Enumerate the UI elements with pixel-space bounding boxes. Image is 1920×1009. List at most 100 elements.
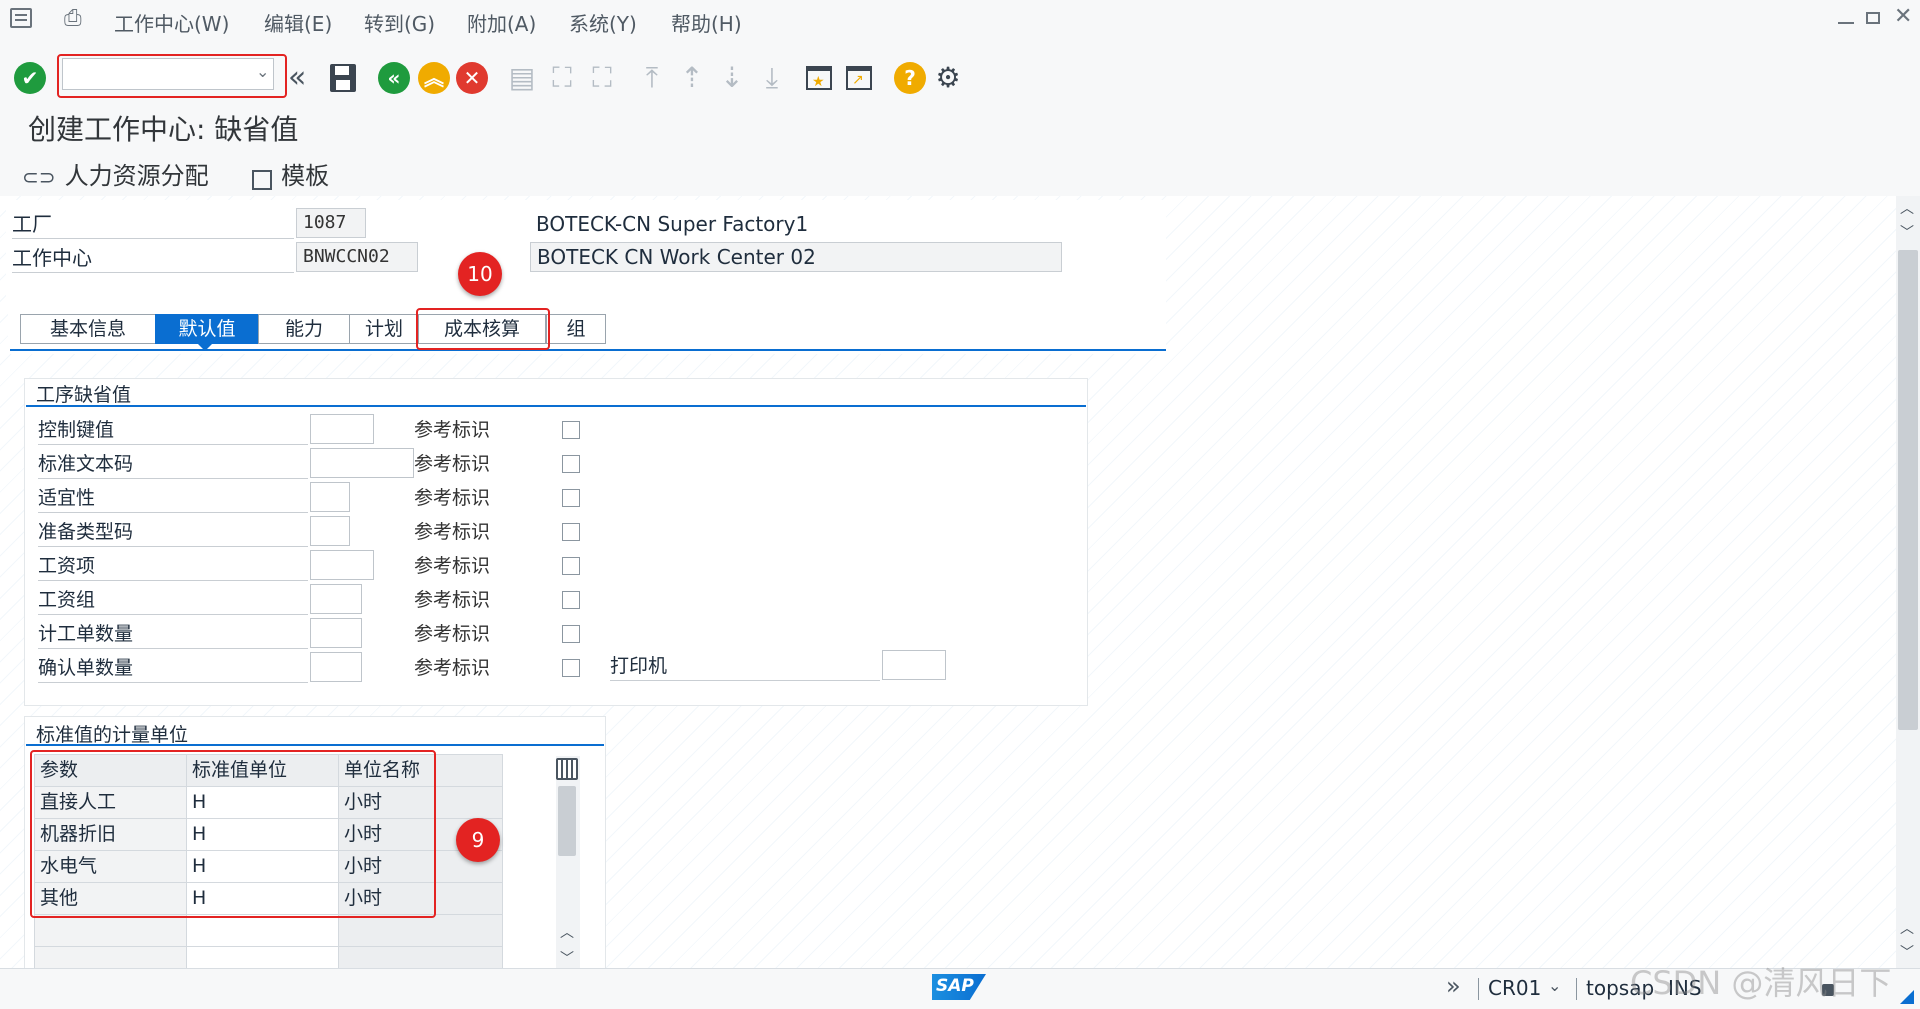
shortcut-icon[interactable]: ↗: [844, 62, 876, 94]
reference-indicator-checkbox[interactable]: [562, 625, 580, 643]
menu-edit[interactable]: 编辑(E): [264, 8, 332, 37]
status-divider: [1478, 978, 1479, 1000]
plant-value: 1087: [296, 208, 366, 238]
tab-scheduling[interactable]: 计划: [349, 314, 419, 344]
reference-indicator-label: 参考标识: [414, 419, 491, 441]
hr-assign-label: 人力资源分配: [64, 162, 209, 190]
find-next-icon[interactable]: ⛶: [586, 62, 618, 94]
tab-group[interactable]: 组: [546, 314, 606, 344]
units-group-title: 标准值的计量单位: [36, 724, 189, 746]
next-page-icon[interactable]: ⇣: [716, 62, 748, 94]
defaults-row-input[interactable]: [310, 584, 362, 614]
main-scroll-bottom-up-icon[interactable]: ︿: [1900, 918, 1914, 938]
reference-indicator-label: 参考标识: [414, 453, 491, 475]
work-center-label: 工作中心: [12, 244, 294, 273]
column-config-icon[interactable]: [556, 758, 578, 780]
defaults-row-input[interactable]: [310, 618, 362, 648]
double-left-icon[interactable]: «: [288, 62, 320, 94]
defaults-row-label: 计工单数量: [38, 620, 308, 649]
tab-basic-info[interactable]: 基本信息: [20, 314, 156, 344]
template-button[interactable]: 模板: [252, 156, 329, 192]
close-icon[interactable]: ✕: [1894, 4, 1912, 29]
menu-help[interactable]: 帮助(H): [671, 8, 742, 37]
menu-work-center[interactable]: 工作中心(W): [114, 8, 229, 37]
reference-indicator-checkbox[interactable]: [562, 523, 580, 541]
tab-strip-underline: [10, 349, 1166, 351]
command-field[interactable]: [62, 58, 274, 90]
defaults-row-label: 确认单数量: [38, 654, 308, 683]
minimize-icon[interactable]: [1838, 22, 1854, 24]
plant-description: BOTECK-CN Super Factory1: [536, 212, 809, 236]
printer-input[interactable]: [882, 650, 946, 680]
create-session-icon[interactable]: ★: [804, 62, 836, 94]
chevron-down-icon[interactable]: ⌄: [256, 62, 269, 81]
status-divider-2: [1576, 978, 1577, 1000]
defaults-row-input[interactable]: [310, 550, 374, 580]
help-icon[interactable]: ?: [894, 62, 926, 94]
printer-label: 打印机: [610, 652, 880, 681]
defaults-row-label: 标准文本码: [38, 450, 308, 479]
reference-indicator-checkbox[interactable]: [562, 659, 580, 677]
page-title: 创建工作中心: 缺省值: [28, 113, 299, 146]
table-empty-cell: [339, 915, 503, 947]
customize-layout-icon[interactable]: ⎙: [64, 6, 82, 31]
operation-defaults-title: 工序缺省值: [36, 384, 132, 406]
system-dropdown-icon[interactable]: ⌄: [1548, 976, 1561, 995]
restore-icon[interactable]: [1866, 12, 1880, 24]
reference-indicator-label: 参考标识: [414, 487, 491, 509]
settings-gear-icon[interactable]: ⚙: [932, 62, 964, 94]
defaults-row-label: 准备类型码: [38, 518, 308, 547]
units-table-highlight: [30, 750, 436, 918]
scroll-up-icon[interactable]: ︿: [560, 922, 574, 942]
menu-extras[interactable]: 附加(A): [467, 8, 536, 37]
defaults-row-input[interactable]: [310, 448, 414, 478]
table-empty-cell[interactable]: [187, 947, 339, 969]
work-center-value: BNWCCN02: [296, 242, 418, 272]
last-page-icon[interactable]: ⤓: [756, 62, 788, 94]
menu-bar: ⎙ 工作中心(W) 编辑(E) 转到(G) 附加(A) 系统(Y) 帮助(H) …: [0, 0, 1920, 41]
units-scroll-thumb[interactable]: [558, 786, 576, 856]
defaults-row-label: 控制键值: [38, 416, 308, 445]
reference-indicator-checkbox[interactable]: [562, 421, 580, 439]
status-expand-icon[interactable]: »: [1446, 972, 1461, 1000]
watermark: CSDN @清风日下: [1630, 964, 1892, 1002]
defaults-row-label: 适宜性: [38, 484, 308, 513]
reference-indicator-label: 参考标识: [414, 657, 491, 679]
save-icon[interactable]: [328, 62, 360, 94]
main-scroll-bottom-down-icon[interactable]: ﹀: [1900, 942, 1914, 962]
main-scroll-up-icon[interactable]: ︿: [1900, 198, 1914, 218]
menu-goto[interactable]: 转到(G): [364, 8, 435, 37]
reference-indicator-checkbox[interactable]: [562, 489, 580, 507]
tab-defaults[interactable]: 默认值: [155, 314, 259, 344]
print-icon[interactable]: ▤: [506, 62, 538, 94]
find-icon[interactable]: ⛶: [546, 62, 578, 94]
work-center-description: BOTECK CN Work Center 02: [530, 242, 1062, 272]
defaults-row-label: 工资项: [38, 552, 308, 581]
prev-page-icon[interactable]: ⇡: [676, 62, 708, 94]
system-menu-icon[interactable]: [10, 8, 32, 28]
tab-capacity[interactable]: 能力: [258, 314, 350, 344]
reference-indicator-checkbox[interactable]: [562, 591, 580, 609]
main-scroll-down-icon[interactable]: ﹀: [1900, 222, 1914, 242]
defaults-row-input[interactable]: [310, 482, 350, 512]
enter-check-icon[interactable]: ✔: [14, 62, 46, 94]
first-page-icon[interactable]: ⤒: [636, 62, 668, 94]
exit-icon[interactable]: ︽: [418, 62, 450, 94]
reference-indicator-checkbox[interactable]: [562, 557, 580, 575]
defaults-row-input[interactable]: [310, 414, 374, 444]
reference-indicator-label: 参考标识: [414, 521, 491, 543]
cancel-icon[interactable]: ✕: [456, 62, 488, 94]
menu-system[interactable]: 系统(Y): [569, 8, 637, 37]
main-scroll-thumb[interactable]: [1898, 250, 1918, 730]
defaults-row-input[interactable]: [310, 516, 350, 546]
units-title-underline: [26, 744, 604, 746]
system-id: CR01: [1488, 976, 1542, 1000]
resize-grip-icon[interactable]: [1900, 990, 1914, 1004]
table-empty-cell[interactable]: [187, 915, 339, 947]
reference-indicator-checkbox[interactable]: [562, 455, 580, 473]
scroll-down-icon[interactable]: ﹀: [560, 948, 574, 968]
hr-assign-button[interactable]: ⊂⊃ 人力资源分配: [22, 156, 209, 192]
defaults-row-input[interactable]: [310, 652, 362, 682]
plant-label: 工厂: [12, 210, 294, 239]
back-icon[interactable]: «: [378, 62, 410, 94]
